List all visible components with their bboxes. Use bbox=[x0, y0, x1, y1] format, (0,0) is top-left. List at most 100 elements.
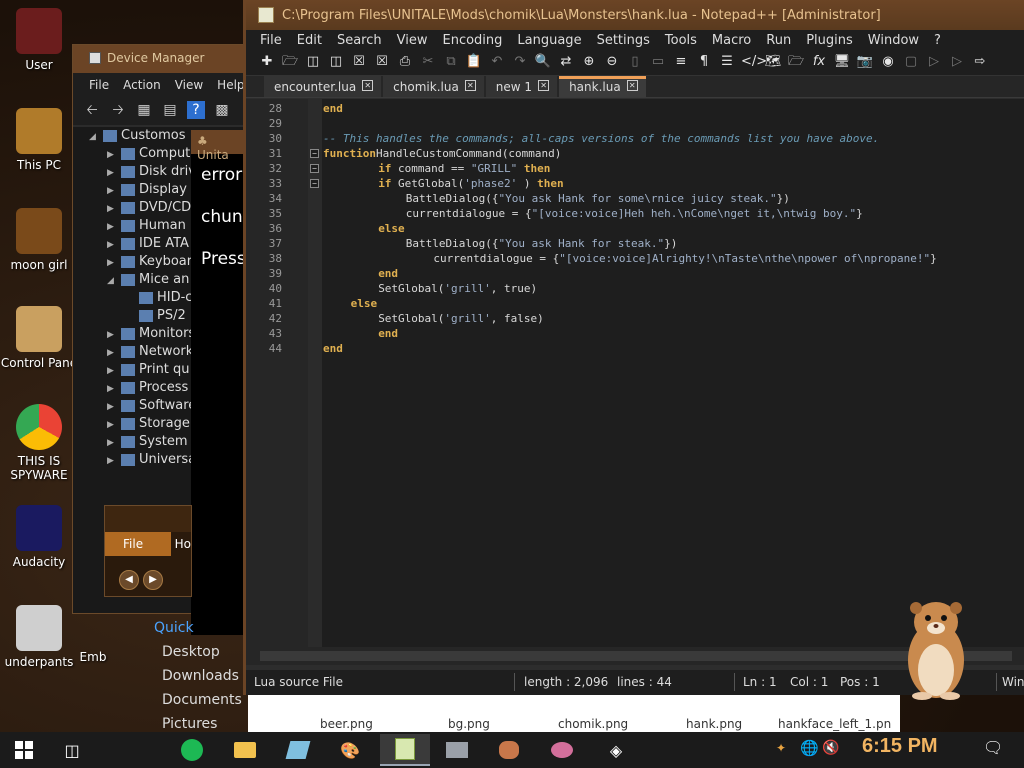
expand-arrow-icon[interactable]: ◢ bbox=[89, 128, 99, 146]
record-macro-icon[interactable]: ◉ bbox=[879, 53, 897, 71]
save-macro-icon[interactable]: ⇨ bbox=[971, 53, 989, 71]
code-line[interactable]: 29 bbox=[246, 116, 1024, 131]
taskbar-app-paint[interactable]: 🎨 bbox=[330, 734, 370, 766]
indent-guide-icon[interactable]: ☰ bbox=[718, 53, 736, 71]
file-item[interactable]: bg.png bbox=[448, 717, 490, 731]
npp-menu-item[interactable]: Macro bbox=[712, 33, 751, 50]
print-icon[interactable]: ⎙ bbox=[396, 53, 414, 71]
notepadpp-titlebar[interactable]: C:\Program Files\UNITALE\Mods\chomik\Lua… bbox=[246, 0, 1024, 30]
taskbar-app-spotify[interactable] bbox=[172, 734, 212, 766]
npp-menu-item[interactable]: Window bbox=[868, 33, 919, 50]
expand-arrow-icon[interactable]: ▶ bbox=[107, 254, 117, 272]
file-tab[interactable]: hank.lua ✕ bbox=[559, 76, 646, 97]
npp-menu-item[interactable]: Settings bbox=[597, 33, 650, 50]
npp-menu-item[interactable]: Search bbox=[337, 33, 382, 50]
open-folder-icon[interactable]: 🗁 bbox=[281, 53, 299, 71]
replace-icon[interactable]: ⇄ bbox=[557, 53, 575, 71]
run-macro-multiple-icon[interactable]: ▷ bbox=[948, 53, 966, 71]
code-line[interactable]: 44 end bbox=[246, 341, 1024, 356]
stop-macro-icon[interactable]: ▢ bbox=[902, 53, 920, 71]
npp-menu-item[interactable]: ? bbox=[934, 33, 941, 50]
desktop-icon[interactable]: moon girl bbox=[0, 208, 78, 272]
npp-menu-item[interactable]: Edit bbox=[297, 33, 322, 50]
expand-arrow-icon[interactable]: ▶ bbox=[107, 146, 117, 164]
expand-arrow-icon[interactable]: ▶ bbox=[107, 452, 117, 470]
code-line[interactable]: 39 end bbox=[246, 266, 1024, 281]
explorer-home-tab[interactable]: Ho bbox=[171, 532, 191, 556]
fold-toggle-icon[interactable]: − bbox=[310, 179, 319, 188]
npp-menu-item[interactable]: Tools bbox=[665, 33, 697, 50]
npp-menu-item[interactable]: Encoding bbox=[442, 33, 502, 50]
quick-access-item[interactable]: Quick bbox=[134, 616, 244, 640]
documents-item[interactable]: Documents bbox=[134, 688, 244, 712]
dm-menu-view[interactable]: View bbox=[175, 78, 203, 97]
folder-workspace-icon[interactable]: 🗁 bbox=[787, 53, 805, 71]
show-all-chars-icon[interactable]: ¶ bbox=[695, 53, 713, 71]
expand-arrow-icon[interactable]: ▶ bbox=[107, 236, 117, 254]
panel-icon[interactable]: ▩ bbox=[213, 101, 231, 119]
close-tab-icon[interactable]: ✕ bbox=[464, 80, 476, 91]
taskbar-app-4[interactable] bbox=[542, 734, 582, 766]
close-file-icon[interactable]: ☒ bbox=[350, 53, 368, 71]
code-line[interactable]: 43 end bbox=[246, 326, 1024, 341]
volume-muted-icon[interactable]: 🔇 bbox=[822, 740, 839, 756]
taskbar-app-unity[interactable]: ◈ bbox=[596, 734, 636, 766]
npp-menu-item[interactable]: View bbox=[397, 33, 428, 50]
expand-arrow-icon[interactable]: ▶ bbox=[107, 434, 117, 452]
sync-vertical-icon[interactable]: ▯ bbox=[626, 53, 644, 71]
properties-icon[interactable]: ▦ bbox=[135, 101, 153, 119]
close-all-icon[interactable]: ☒ bbox=[373, 53, 391, 71]
start-button[interactable] bbox=[4, 734, 44, 766]
network-globe-icon[interactable]: 🌐 bbox=[800, 739, 819, 757]
file-tab[interactable]: chomik.lua ✕ bbox=[383, 76, 484, 97]
expand-arrow-icon[interactable]: ▶ bbox=[107, 344, 117, 362]
file-tab[interactable]: new 1 ✕ bbox=[485, 76, 558, 97]
word-wrap-icon[interactable]: ≡ bbox=[672, 53, 690, 71]
dm-menu-action[interactable]: Action bbox=[123, 78, 161, 97]
expand-arrow-icon[interactable]: ◢ bbox=[107, 272, 117, 290]
function-list-icon[interactable]: fx bbox=[810, 53, 828, 71]
desktop-icon[interactable]: Control Pane bbox=[0, 306, 78, 370]
screenshot-icon[interactable]: 📷 bbox=[856, 53, 874, 71]
fold-toggle-icon[interactable]: − bbox=[310, 164, 319, 173]
unitale-titlebar[interactable]: ♣ Unita bbox=[191, 130, 243, 162]
dm-menu-help[interactable]: Help bbox=[217, 78, 244, 97]
code-line[interactable]: 37 BattleDialog({"You ask Hank for steak.… bbox=[246, 236, 1024, 251]
desktop-icon[interactable]: User bbox=[0, 8, 78, 72]
explorer-file-tab[interactable]: File bbox=[105, 532, 171, 556]
back-arrow-icon[interactable]: 🡠 bbox=[83, 101, 101, 119]
desktop-icon[interactable]: Emb bbox=[78, 650, 108, 664]
npp-menu-item[interactable]: Plugins bbox=[806, 33, 853, 50]
code-line[interactable]: 28 end bbox=[246, 101, 1024, 116]
fold-toggle-icon[interactable]: − bbox=[310, 149, 319, 158]
unitale-window[interactable]: ♣ Unita error chun Press bbox=[191, 130, 246, 635]
code-line[interactable]: 33 − if GetGlobal('phase2' ) then bbox=[246, 176, 1024, 191]
expand-arrow-icon[interactable]: ▶ bbox=[107, 380, 117, 398]
code-line[interactable]: 35 currentdialogue = {"[voice:voice]Heh h… bbox=[246, 206, 1024, 221]
close-tab-icon[interactable]: ✕ bbox=[538, 80, 550, 91]
doc-map-icon[interactable]: 🗺 bbox=[764, 53, 782, 71]
new-file-icon[interactable]: ✚ bbox=[258, 53, 276, 71]
code-line[interactable]: 32 − if command == "GRILL" then bbox=[246, 161, 1024, 176]
copy-icon[interactable]: ⧉ bbox=[442, 53, 460, 71]
dm-menu-file[interactable]: File bbox=[89, 78, 109, 97]
save-all-icon[interactable]: ◫ bbox=[327, 53, 345, 71]
downloads-item[interactable]: Downloads bbox=[134, 664, 244, 688]
tray-app-icon[interactable]: ✦ bbox=[776, 741, 786, 755]
expand-arrow-icon[interactable]: ▶ bbox=[107, 416, 117, 434]
file-item[interactable]: beer.png bbox=[320, 717, 373, 731]
expand-arrow-icon[interactable]: ▶ bbox=[107, 398, 117, 416]
close-tab-icon[interactable]: ✕ bbox=[626, 80, 638, 91]
zoom-out-icon[interactable]: ⊖ bbox=[603, 53, 621, 71]
expand-arrow-icon[interactable]: ▶ bbox=[107, 326, 117, 344]
expand-arrow-icon[interactable]: ▶ bbox=[107, 182, 117, 200]
code-line[interactable]: 38 currentdialogue = {"[voice:voice]Alrig… bbox=[246, 251, 1024, 266]
redo-icon[interactable]: ↷ bbox=[511, 53, 529, 71]
file-item[interactable]: chomik.png bbox=[558, 717, 628, 731]
desktop-icon[interactable]: underpants bbox=[0, 605, 78, 669]
xml-icon[interactable]: </> bbox=[741, 53, 767, 71]
task-view-button[interactable]: ◫ bbox=[52, 734, 92, 766]
play-macro-icon[interactable]: ▷ bbox=[925, 53, 943, 71]
code-line[interactable]: 42 SetGlobal('grill', false) bbox=[246, 311, 1024, 326]
expand-arrow-icon[interactable]: ▶ bbox=[107, 218, 117, 236]
